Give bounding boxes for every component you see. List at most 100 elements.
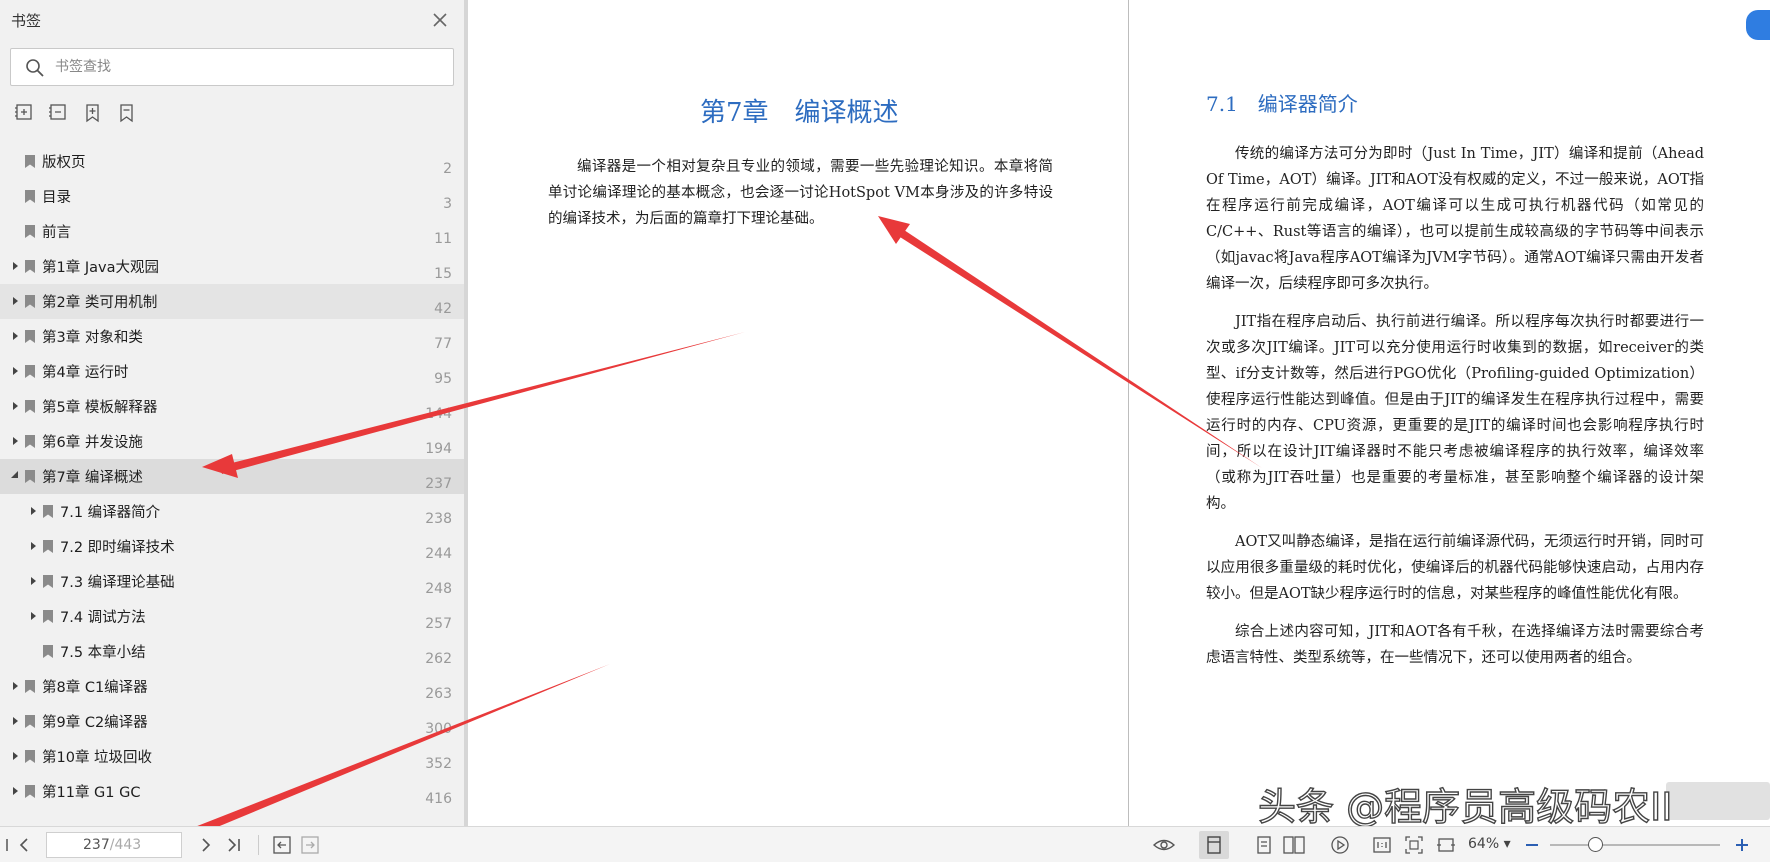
chapter-title: 第7章 编译概述: [700, 98, 899, 128]
section-body: 传统的编译方法可分为即时（Just In Time，JIT）编译和提前（Ahea…: [1206, 141, 1704, 683]
bookmark-item[interactable]: 第5章 模板解释器 144: [0, 389, 464, 424]
page-divider: [1128, 0, 1129, 826]
bookmark-label: 第2章 类可用机制: [42, 295, 158, 311]
bookmark-icon: [25, 225, 35, 238]
bookmark-item[interactable]: 第11章 G1 GC 416: [0, 774, 464, 809]
bookmark-icon: [43, 540, 53, 553]
collapsed-arrow-icon[interactable]: [10, 786, 20, 796]
single-page-icon[interactable]: [1204, 835, 1224, 855]
toolbar-separator: [258, 835, 259, 855]
bookmark-item[interactable]: 第7章 编译概述 237: [0, 459, 464, 494]
bookmark-item[interactable]: 7.1 编译器简介 238: [0, 494, 464, 529]
section-title: 7.1 编译器简介: [1206, 92, 1358, 116]
eye-protection-icon[interactable]: [1152, 835, 1176, 855]
collapsed-arrow-icon[interactable]: [10, 716, 20, 726]
bookmark-label: 7.3 编译理论基础: [60, 575, 175, 591]
bookmark-item[interactable]: 第2章 类可用机制 42: [0, 284, 464, 319]
bookmark-toolbar: [14, 102, 138, 126]
next-page-icon[interactable]: [196, 835, 216, 855]
continuous-page-icon[interactable]: [1254, 835, 1274, 855]
last-page-icon[interactable]: [224, 835, 244, 855]
double-page-icon[interactable]: [1282, 835, 1306, 855]
bookmark-item[interactable]: 第8章 C1编译器 263: [0, 669, 464, 704]
bookmark-icon[interactable]: [116, 102, 138, 124]
bookmark-label: 7.5 本章小结: [60, 645, 146, 661]
bookmark-icon: [25, 260, 35, 273]
bookmark-tree: 版权页 2 目录 3 前言 11 第1章 Java大观园 15 第2章 类可用机制 42 第3章 对…: [0, 144, 464, 809]
bookmark-label: 第9章 C2编译器: [42, 715, 148, 731]
zoom-level[interactable]: 64% ▾: [1468, 836, 1511, 852]
expand-all-icon[interactable]: [14, 102, 36, 124]
collapsed-arrow-icon[interactable]: [28, 576, 38, 586]
zoom-slider-handle[interactable]: [1587, 837, 1603, 852]
collapsed-arrow-icon[interactable]: [28, 611, 38, 621]
expanded-arrow-icon[interactable]: [10, 471, 20, 481]
bookmark-panel-title: 书签: [11, 12, 42, 30]
previous-page-icon[interactable]: [14, 835, 34, 855]
bookmark-item[interactable]: 第1章 Java大观园 15: [0, 249, 464, 284]
bookmark-item[interactable]: 第4章 运行时 95: [0, 354, 464, 389]
section-paragraph: AOT又叫静态编译，是指在运行前编译源代码，无须运行时开销，同时可以应用很多重量…: [1206, 534, 1704, 602]
bookmark-page-number: 3: [443, 196, 452, 212]
bookmark-item[interactable]: 版权页 2: [0, 144, 464, 179]
bookmark-item[interactable]: 前言 11: [0, 214, 464, 249]
actual-size-icon[interactable]: [1372, 835, 1392, 855]
bookmark-search-input[interactable]: [55, 55, 435, 79]
collapsed-arrow-icon[interactable]: [10, 681, 20, 691]
search-icon: [26, 59, 44, 77]
bookmark-page-number: 144: [425, 406, 452, 422]
bookmark-item[interactable]: 7.5 本章小结 262: [0, 634, 464, 669]
zoom-slider[interactable]: [1550, 844, 1720, 846]
fit-page-icon[interactable]: [1404, 835, 1424, 855]
bookmark-icon: [25, 470, 35, 483]
bookmark-item[interactable]: 第9章 C2编译器 300: [0, 704, 464, 739]
collapsed-arrow-icon[interactable]: [28, 541, 38, 551]
add-bookmark-icon[interactable]: [82, 102, 104, 124]
bookmark-icon: [25, 155, 35, 168]
bookmark-page-number: 257: [425, 616, 452, 632]
collapsed-arrow-icon[interactable]: [10, 366, 20, 376]
collapsed-arrow-icon[interactable]: [10, 436, 20, 446]
bookmark-icon: [25, 365, 35, 378]
bookmark-label: 7.2 即时编译技术: [60, 540, 175, 556]
bookmark-page-number: 2: [443, 161, 452, 177]
bookmark-page-number: 77: [434, 336, 452, 352]
zoom-in-icon[interactable]: [1732, 835, 1752, 855]
fit-width-icon[interactable]: [1436, 835, 1456, 855]
collapsed-arrow-icon[interactable]: [10, 296, 20, 306]
back-icon[interactable]: [272, 835, 292, 855]
bookmark-item[interactable]: 7.3 编译理论基础 248: [0, 564, 464, 599]
bookmark-icon: [25, 330, 35, 343]
play-icon[interactable]: [1330, 835, 1350, 855]
bookmark-item[interactable]: 7.2 即时编译技术 244: [0, 529, 464, 564]
floating-widget-icon[interactable]: [1746, 10, 1770, 40]
collapse-all-icon[interactable]: [48, 102, 70, 124]
collapsed-arrow-icon[interactable]: [10, 261, 20, 271]
collapsed-arrow-icon[interactable]: [10, 401, 20, 411]
page-number-field[interactable]: 237/443: [46, 832, 182, 858]
total-pages: /443: [109, 837, 142, 853]
zoom-out-icon[interactable]: [1522, 835, 1542, 855]
bookmark-page-number: 263: [425, 686, 452, 702]
collapsed-arrow-icon[interactable]: [10, 331, 20, 341]
bookmark-label: 第4章 运行时: [42, 365, 129, 381]
watermark: 头条 @程序员高级码农II: [1257, 784, 1673, 829]
close-icon[interactable]: [428, 8, 452, 32]
section-paragraph: JIT指在程序启动后、执行前进行编译。所以程序每次执行时都要进行一次或多次JIT…: [1206, 314, 1704, 512]
collapsed-arrow-icon[interactable]: [10, 751, 20, 761]
bookmark-item[interactable]: 第6章 并发设施 194: [0, 424, 464, 459]
bookmark-label: 7.4 调试方法: [60, 610, 146, 626]
bookmark-panel-header: 书签: [0, 0, 464, 40]
bookmark-label: 7.1 编译器简介: [60, 505, 161, 521]
bookmark-search-box: [10, 48, 454, 86]
bookmark-item[interactable]: 目录 3: [0, 179, 464, 214]
forward-icon[interactable]: [300, 835, 320, 855]
section-paragraph: 传统的编译方法可分为即时（Just In Time，JIT）编译和提前（Ahea…: [1206, 146, 1704, 292]
bookmark-item[interactable]: 第3章 对象和类 77: [0, 319, 464, 354]
bookmark-item[interactable]: 第10章 垃圾回收 352: [0, 739, 464, 774]
bookmark-icon: [43, 645, 53, 658]
collapsed-arrow-icon[interactable]: [28, 506, 38, 516]
bookmark-item[interactable]: 7.4 调试方法 257: [0, 599, 464, 634]
bookmark-label: 第1章 Java大观园: [42, 260, 159, 276]
bookmark-icon: [25, 785, 35, 798]
